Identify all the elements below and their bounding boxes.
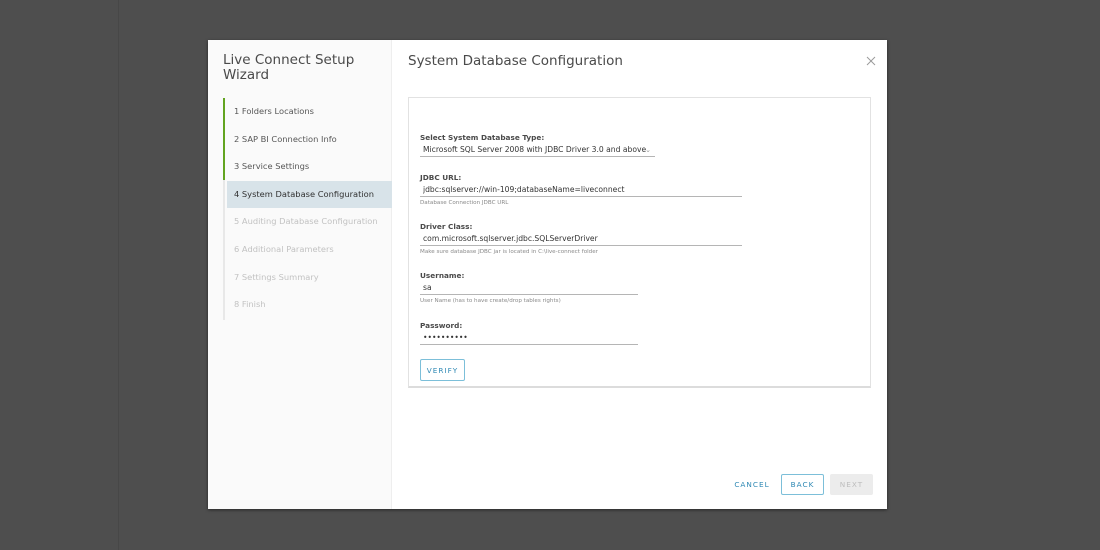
wizard-step-system-database-configuration[interactable]: 4 System Database Configuration (227, 180, 392, 209)
wizard-steps: 1 Folders Locations 2 SAP BI Connection … (227, 98, 392, 319)
db-type-select[interactable]: Microsoft SQL Server 2008 with JDBC Driv… (420, 143, 655, 157)
jdbc-url-field: JDBC URL: Database Connection JDBC URL (420, 173, 742, 206)
page-title: System Database Configuration (408, 53, 623, 69)
wizard-content: System Database Configuration Select Sys… (392, 40, 887, 509)
wizard-title: Live Connect Setup Wizard (223, 52, 355, 83)
background-divider (118, 0, 119, 550)
username-field: Username: User Name (has to have create/… (420, 271, 638, 304)
jdbc-url-label: JDBC URL: (420, 173, 462, 182)
db-type-label: Select System Database Type: (420, 133, 545, 142)
driver-class-label: Driver Class: (420, 222, 473, 231)
db-type-field: Select System Database Type: Microsoft S… (420, 133, 655, 157)
username-help: User Name (has to have create/drop table… (420, 298, 561, 304)
wizard-step-sap-bi-connection-info[interactable]: 2 SAP BI Connection Info (227, 126, 392, 154)
password-input[interactable] (420, 331, 638, 345)
wizard-step-additional-parameters: 6 Additional Parameters (234, 243, 334, 254)
database-config-form: Select System Database Type: Microsoft S… (408, 97, 871, 388)
close-icon (866, 56, 876, 66)
password-label: Password: (420, 321, 463, 330)
wizard-step-finish: 8 Finish (234, 299, 266, 310)
back-button[interactable]: BACK (781, 474, 824, 495)
jdbc-url-help: Database Connection JDBC URL (420, 200, 509, 206)
driver-class-input[interactable] (420, 232, 742, 246)
driver-class-help: Make sure database JDBC jar is located i… (420, 249, 598, 255)
setup-wizard-dialog: Live Connect Setup Wizard 1 Folders Loca… (208, 40, 887, 509)
wizard-step-folders-locations[interactable]: 1 Folders Locations (227, 98, 392, 126)
next-button[interactable]: NEXT (830, 474, 873, 495)
close-button[interactable] (865, 55, 877, 67)
wizard-step-service-settings[interactable]: 3 Service Settings (227, 153, 392, 181)
password-field: Password: (420, 321, 638, 345)
driver-class-field: Driver Class: Make sure database JDBC ja… (420, 222, 742, 255)
username-label: Username: (420, 271, 465, 280)
jdbc-url-input[interactable] (420, 183, 742, 197)
step-progress-completed (223, 98, 225, 180)
db-type-selected-value: Microsoft SQL Server 2008 with JDBC Driv… (423, 145, 647, 154)
wizard-step-auditing-database-configuration: 5 Auditing Database Configuration (234, 216, 378, 227)
username-input[interactable] (420, 281, 638, 295)
chevron-down-icon: ⌄ (645, 146, 651, 154)
verify-button[interactable]: VERIFY (420, 359, 465, 381)
cancel-button[interactable]: CANCEL (731, 474, 773, 495)
wizard-step-settings-summary: 7 Settings Summary (234, 271, 319, 282)
wizard-sidebar: Live Connect Setup Wizard 1 Folders Loca… (208, 40, 392, 509)
